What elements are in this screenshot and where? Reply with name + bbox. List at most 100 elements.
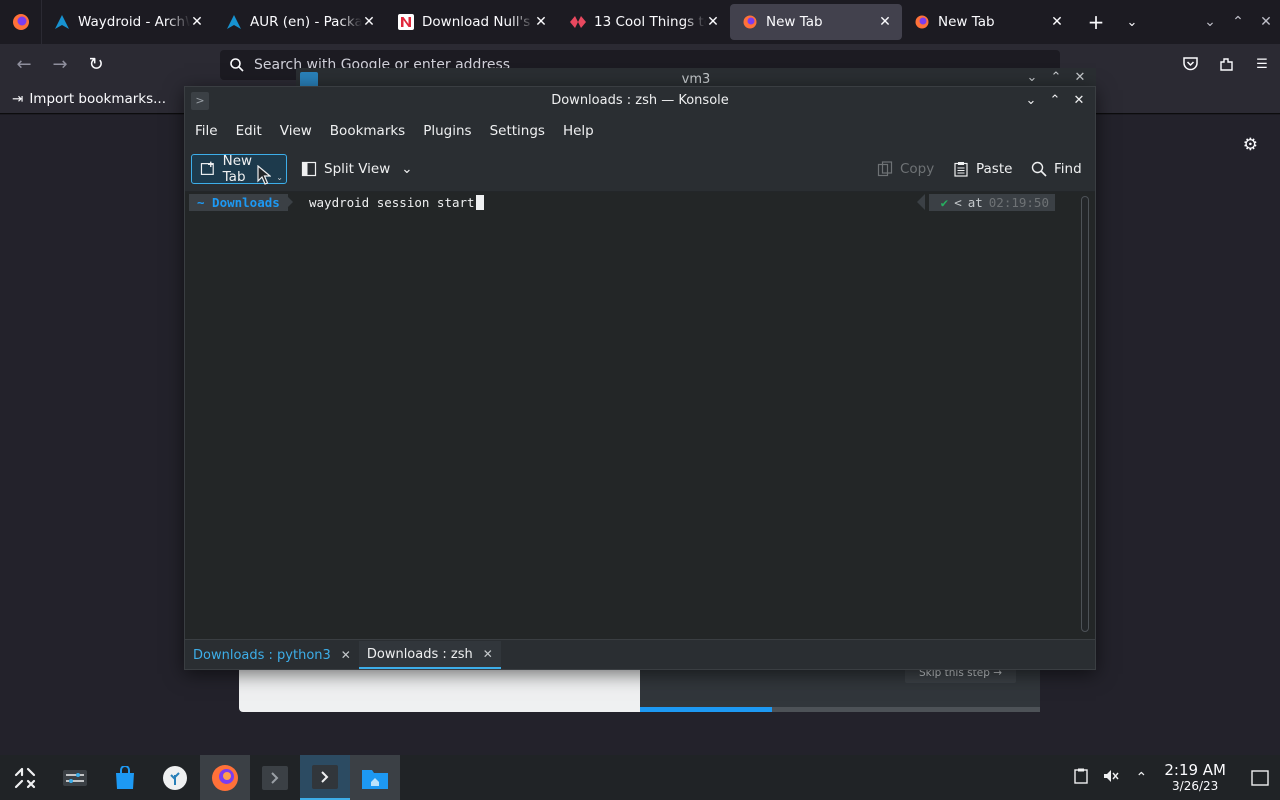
toolbar-right-icons: ☰	[1172, 44, 1280, 84]
forward-icon[interactable]: →	[42, 48, 78, 80]
minimize-icon[interactable]: ⌄	[1196, 14, 1224, 30]
main-toolbar: New Tab ⌄ Split View ⌄ Copy Paste Find	[185, 147, 1095, 191]
split-view-button[interactable]: Split View ⌄	[293, 154, 421, 184]
clipboard-icon[interactable]	[1066, 768, 1096, 788]
maximize-icon[interactable]: ⌃	[1224, 14, 1252, 30]
back-icon[interactable]: ←	[6, 48, 42, 80]
gear-icon[interactable]: ⚙	[1243, 135, 1258, 155]
rprompt-at: at	[967, 195, 983, 210]
firefox-icon	[914, 14, 930, 30]
konsole-window: > Downloads : zsh — Konsole ⌄ ⌃ ✕ File E…	[184, 86, 1096, 670]
site-icon	[570, 14, 586, 30]
close-icon[interactable]: ✕	[362, 14, 376, 30]
maximize-icon[interactable]: ⌃	[1046, 70, 1066, 85]
vm3-title: vm3	[681, 72, 711, 87]
clock-date: 3/26/23	[1172, 779, 1219, 793]
close-icon[interactable]: ✕	[341, 648, 351, 662]
paste-button[interactable]: Paste	[945, 154, 1020, 184]
tab-title: Download Null's Brawl	[422, 14, 534, 30]
split-view-label: Split View	[324, 161, 391, 177]
window-controls: ⌄ ⌃ ✕	[1196, 0, 1280, 44]
session-tab-label: Downloads : zsh	[366, 646, 473, 662]
close-icon[interactable]: ✕	[534, 14, 548, 30]
browser-tab[interactable]: New Tab ✕	[902, 4, 1074, 40]
system-tray: ⌃ 2:19 AM 3/26/23	[1066, 755, 1280, 800]
close-icon[interactable]: ✕	[706, 14, 720, 30]
tab-title: New Tab	[766, 14, 823, 30]
browser-tab[interactable]: 13 Cool Things to Do ✕	[558, 4, 730, 40]
chevron-down-icon[interactable]: ⌄	[401, 161, 412, 177]
close-icon[interactable]: ✕	[878, 14, 892, 30]
extensions-icon[interactable]	[1208, 57, 1244, 72]
tab-title: AUR (en) - Packages	[250, 14, 362, 30]
scrollbar[interactable]	[1081, 196, 1089, 632]
maximize-icon[interactable]: ⌃	[1043, 90, 1067, 112]
close-window-icon[interactable]: ✕	[1252, 14, 1280, 30]
arch-icon	[226, 14, 242, 30]
taskbar-system-settings[interactable]	[50, 755, 100, 800]
menu-bookmarks[interactable]: Bookmarks	[322, 123, 413, 139]
firefox-icon	[212, 764, 238, 791]
menu-help[interactable]: Help	[555, 123, 602, 139]
menu-icon[interactable]: ☰	[1244, 57, 1280, 72]
rprompt-time: 02:19:50	[988, 195, 1049, 210]
new-tab-button[interactable]: New Tab ⌄	[191, 153, 287, 185]
minimize-icon[interactable]: ⌄	[1019, 90, 1043, 112]
list-all-tabs-icon[interactable]: ⌄	[1114, 15, 1150, 30]
new-tab-button[interactable]: +	[1078, 10, 1114, 34]
reload-icon[interactable]: ↻	[78, 48, 114, 80]
firefox-view-button[interactable]	[0, 0, 42, 44]
menu-bar: File Edit View Bookmarks Plugins Setting…	[185, 115, 1095, 147]
minimize-icon[interactable]: ⌄	[1022, 70, 1042, 85]
show-desktop-icon[interactable]	[1240, 769, 1280, 786]
browser-tab-active[interactable]: New Tab ✕	[730, 4, 902, 40]
window-title: Downloads : zsh — Konsole	[551, 93, 729, 108]
menu-edit[interactable]: Edit	[228, 123, 270, 139]
taskbar-konsole-1[interactable]	[250, 755, 300, 800]
session-tab-label: Downloads : python3	[193, 647, 331, 663]
terminal-icon	[312, 764, 338, 789]
folder-icon	[362, 769, 388, 789]
close-icon[interactable]: ✕	[190, 14, 204, 30]
command-line[interactable]: waydroid session start	[309, 194, 484, 211]
taskbar-konsole-2[interactable]	[300, 755, 350, 800]
search-icon	[1031, 161, 1047, 177]
taskbar-discover[interactable]	[100, 755, 150, 800]
tray-expand-icon[interactable]: ⌃	[1126, 770, 1156, 786]
copy-label: Copy	[900, 161, 935, 177]
digital-clock[interactable]: 2:19 AM 3/26/23	[1164, 761, 1226, 793]
import-icon: ⇥	[12, 90, 24, 107]
menu-settings[interactable]: Settings	[482, 123, 553, 139]
close-icon[interactable]: ✕	[1050, 14, 1064, 30]
steamdeck-launcher-icon	[14, 767, 36, 788]
close-icon[interactable]: ✕	[1070, 70, 1090, 85]
session-tab-active[interactable]: Downloads : zsh ✕	[358, 641, 501, 669]
browser-tab[interactable]: Download Null's Brawl ✕	[386, 4, 558, 40]
browser-tab[interactable]: AUR (en) - Packages ✕	[214, 4, 386, 40]
browser-tab[interactable]: Waydroid - ArchWiki ✕	[42, 4, 214, 40]
settings-sliders-icon	[63, 769, 87, 786]
rprompt-separator	[917, 194, 925, 210]
menu-file[interactable]: File	[187, 123, 226, 139]
prompt-separator	[285, 194, 293, 210]
clock-time: 2:19 AM	[1164, 761, 1226, 779]
copy-button[interactable]: Copy	[869, 154, 942, 184]
paste-icon	[954, 162, 968, 177]
pocket-icon[interactable]	[1172, 57, 1208, 71]
close-icon[interactable]: ✕	[1067, 90, 1091, 112]
copy-icon	[877, 161, 893, 177]
application-launcher[interactable]	[0, 755, 50, 800]
session-tab[interactable]: Downloads : python3 ✕	[185, 641, 359, 669]
menu-view[interactable]: View	[272, 123, 320, 139]
menu-plugins[interactable]: Plugins	[415, 123, 479, 139]
volume-muted-icon[interactable]	[1096, 768, 1126, 788]
find-button[interactable]: Find	[1023, 154, 1090, 184]
taskbar-dolphin[interactable]	[350, 755, 400, 800]
import-bookmarks-button[interactable]: ⇥ Import bookmarks...	[12, 91, 166, 107]
close-icon[interactable]: ✕	[483, 647, 493, 661]
terminal-view[interactable]: ~ Downloads waydroid session start ✔ < a…	[185, 192, 1095, 639]
konsole-titlebar[interactable]: > Downloads : zsh — Konsole ⌄ ⌃ ✕	[185, 87, 1095, 115]
taskbar-app-coral[interactable]	[150, 755, 200, 800]
firefox-icon	[12, 14, 29, 30]
taskbar-firefox[interactable]	[200, 755, 250, 800]
